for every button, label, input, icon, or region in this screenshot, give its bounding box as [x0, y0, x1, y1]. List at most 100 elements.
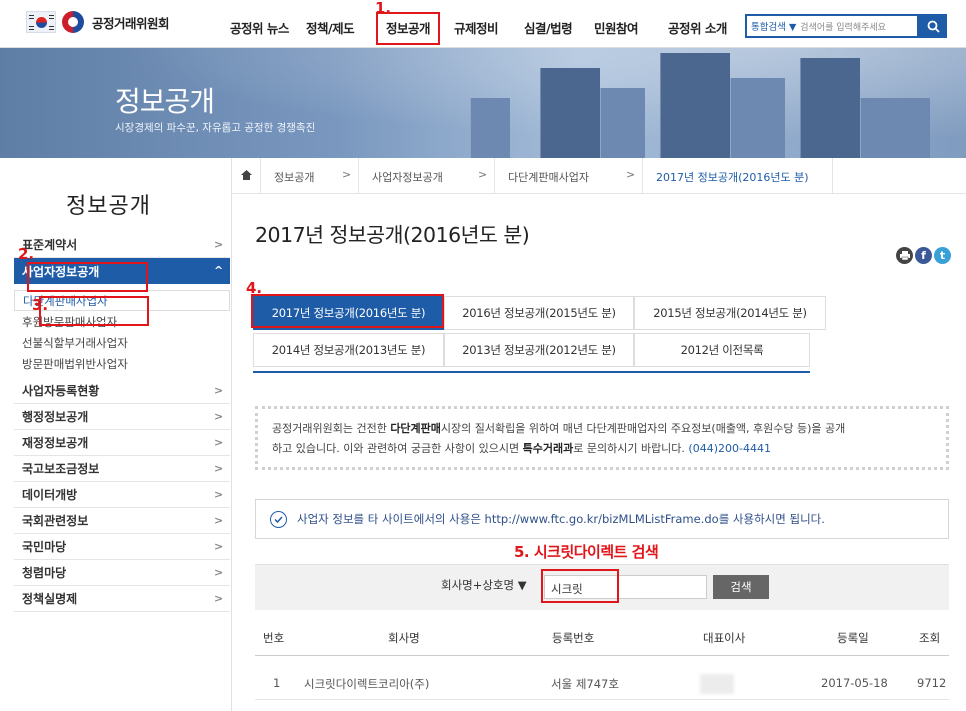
table-row[interactable]: 1 시크릿다이렉트코리아(주) 서울 제747호 2017-05-18 9712	[255, 666, 949, 700]
sidebar-title: 정보공개	[66, 194, 151, 219]
site-header: 공정거래위원회 공정위 뉴스 정책/제도 정보공개 규제정비 심결/법령 민원참…	[0, 0, 966, 48]
annotation-box-3	[39, 296, 149, 326]
col-views: 조회	[919, 631, 941, 645]
annotation-box-5	[541, 569, 619, 603]
sidebar-item-label: 행정정보공개	[22, 410, 89, 424]
info-notice: 공정거래위원회는 건전한 다단계판매시장의 질서확립을 위하여 매년 다단계판매…	[255, 406, 949, 470]
banner-title: 정보공개	[115, 85, 215, 118]
sidebar-item-label: 재정정보공개	[22, 436, 89, 450]
notice-phone: (044)200-4441	[688, 442, 771, 455]
site-logo[interactable]: 공정거래위원회	[26, 11, 170, 33]
cell-ceo-redacted	[700, 674, 734, 694]
col-date: 등록일	[837, 631, 869, 645]
tab-2016[interactable]: 2016년 정보공개(2015년도 분)	[444, 296, 634, 330]
sidebar-item-standard-contract[interactable]: 표준계약서 >	[14, 232, 230, 258]
sidebar-item-citizen-square[interactable]: 국민마당 >	[14, 534, 230, 560]
annotation-box-4	[251, 294, 444, 328]
sidebar: 정보공개 표준계약서 > 사업자정보공개 ^ 다단계판매사업자 후원방문판매사업…	[0, 158, 232, 711]
filter-search-button[interactable]: 검색	[713, 575, 769, 599]
annotation-box-2	[27, 262, 148, 292]
chevron-up-icon: ^	[214, 264, 224, 277]
sidebar-subitem-door-to-door-violation[interactable]: 방문판매법위반사업자	[14, 353, 230, 374]
annotation-number-4: 4.	[246, 279, 263, 297]
sidebar-item-label: 국민마당	[22, 540, 67, 554]
facebook-icon[interactable]: f	[915, 247, 932, 264]
chevron-right-icon: >	[214, 384, 224, 397]
sidebar-item-subsidy-info[interactable]: 국고보조금정보 >	[14, 456, 230, 482]
nav-civil-participation[interactable]: 민원참여	[594, 18, 639, 37]
col-ceo: 대표이사	[703, 631, 746, 645]
sidebar-item-open-data[interactable]: 데이터개방 >	[14, 482, 230, 508]
nav-about[interactable]: 공정위 소개	[668, 18, 727, 37]
cell-views: 9712	[917, 676, 947, 690]
sidebar-item-integrity[interactable]: 청렴마당 >	[14, 560, 230, 586]
annotation-number-2: 2.	[18, 245, 35, 263]
sidebar-item-business-registration[interactable]: 사업자등록현황 >	[14, 378, 230, 404]
chevron-right-icon: >	[214, 462, 224, 475]
nav-regulation[interactable]: 규제정비	[454, 18, 499, 37]
chevron-right-icon: >	[214, 410, 224, 423]
check-circle-icon	[270, 510, 287, 528]
breadcrumb-item[interactable]: 사업자정보공개	[372, 169, 443, 185]
ftc-emblem-icon	[62, 11, 84, 33]
page-title: 2017년 정보공개(2016년도 분)	[255, 223, 530, 247]
table-header: 번호 회사명 등록번호 대표이사 등록일 조회	[255, 620, 949, 656]
chevron-right-icon: >	[214, 436, 224, 449]
chevron-right-icon: >	[214, 592, 224, 605]
notice-bold-mlm: 다단계판매	[390, 422, 441, 435]
annotation-step-5: 5. 시크릿다이렉트 검색	[514, 543, 659, 561]
tab-2013[interactable]: 2013년 정보공개(2012년도 분)	[444, 333, 634, 367]
nav-decisions-laws[interactable]: 심결/법령	[524, 18, 573, 37]
chevron-right-icon: >	[214, 488, 224, 501]
breadcrumb-current: 2017년 정보공개(2016년도 분)	[656, 171, 809, 184]
search-button[interactable]	[919, 14, 947, 38]
home-icon[interactable]	[241, 169, 252, 183]
annotation-number-3: 3.	[32, 296, 49, 314]
filter-field-select[interactable]: 회사명+상호명 ▼	[441, 577, 527, 593]
cell-reg-no: 서울 제747호	[551, 677, 619, 691]
breadcrumb-item[interactable]: 다단계판매사업자	[508, 169, 589, 185]
sidebar-subitem-prepaid-installment[interactable]: 선불식할부거래사업자	[14, 332, 230, 353]
tabs-underline	[253, 371, 810, 373]
org-name: 공정거래위원회	[92, 15, 170, 31]
sidebar-item-policy-real-name[interactable]: 정책실명제 >	[14, 586, 230, 612]
search-scope-select[interactable]: 통합검색 ▼	[747, 19, 800, 33]
usage-tip: 사업자 정보를 타 사이트에서의 사용은 http://www.ftc.go.k…	[255, 499, 949, 539]
breadcrumb-item[interactable]: 정보공개	[274, 169, 314, 185]
chevron-right-icon: >	[478, 168, 488, 181]
sidebar-item-administrative-info[interactable]: 행정정보공개 >	[14, 404, 230, 430]
sidebar-item-label: 국회관련정보	[22, 514, 89, 528]
sidebar-item-label: 국고보조금정보	[22, 462, 100, 476]
sidebar-item-financial-info[interactable]: 재정정보공개 >	[14, 430, 230, 456]
usage-tip-text: 사업자 정보를 타 사이트에서의 사용은 http://www.ftc.go.k…	[297, 512, 825, 526]
twitter-icon[interactable]: t	[934, 247, 951, 264]
chevron-right-icon: >	[342, 168, 352, 181]
col-number: 번호	[263, 631, 285, 645]
chevron-right-icon: >	[214, 514, 224, 527]
sidebar-item-national-assembly[interactable]: 국회관련정보 >	[14, 508, 230, 534]
page-banner: 정보공개 시장경제의 파수꾼, 자유롭고 공정한 경쟁촉진	[0, 48, 966, 158]
global-search: 통합검색 ▼ 검색어를 입력해주세요	[745, 14, 919, 38]
search-input[interactable]: 검색어를 입력해주세요	[800, 20, 886, 33]
sidebar-item-label: 정책실명제	[22, 592, 78, 606]
korean-flag-icon	[26, 11, 56, 33]
banner-subtitle: 시장경제의 파수꾼, 자유롭고 공정한 경쟁촉진	[115, 122, 316, 134]
tab-2015[interactable]: 2015년 정보공개(2014년도 분)	[634, 296, 826, 330]
nav-news[interactable]: 공정위 뉴스	[230, 18, 289, 37]
chevron-right-icon: >	[626, 168, 636, 181]
col-reg-no: 등록번호	[552, 631, 595, 645]
sidebar-item-label: 청렴마당	[22, 566, 67, 580]
col-company: 회사명	[388, 631, 420, 645]
tab-before-2012[interactable]: 2012년 이전목록	[634, 333, 810, 367]
notice-bold-dept: 특수거래과	[522, 442, 574, 455]
nav-policy[interactable]: 정책/제도	[306, 18, 355, 37]
annotation-number-1: 1.	[375, 0, 392, 17]
cell-date: 2017-05-18	[821, 676, 888, 690]
sidebar-item-label: 사업자등록현황	[22, 384, 100, 398]
tab-2014[interactable]: 2014년 정보공개(2013년도 분)	[253, 333, 444, 367]
print-icon[interactable]	[896, 247, 913, 264]
chevron-right-icon: >	[214, 540, 224, 553]
search-icon	[927, 20, 940, 33]
breadcrumb: 정보공개 > 사업자정보공개 > 다단계판매사업자 > 2017년 정보공개(2…	[232, 158, 966, 194]
cell-company[interactable]: 시크릿다이렉트코리아(주)	[304, 676, 429, 692]
